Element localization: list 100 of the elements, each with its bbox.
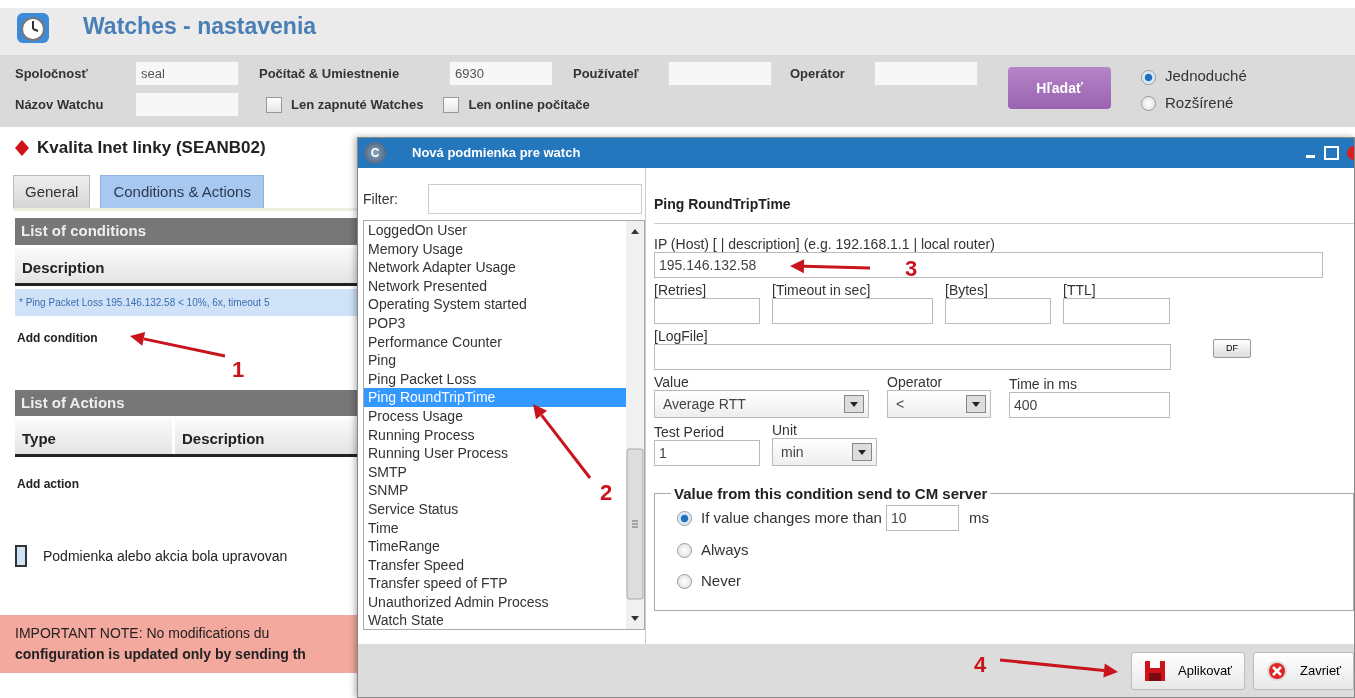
close-icon[interactable]	[1345, 145, 1354, 161]
step-number: 2	[600, 480, 613, 505]
radio-label[interactable]: Rozšírené	[1165, 93, 1234, 111]
radio-button[interactable]	[1141, 69, 1156, 85]
add-link[interactable]: Add action	[17, 475, 357, 493]
radio-button[interactable]	[1141, 96, 1156, 112]
step-number: 4	[974, 652, 987, 677]
field-label: Operátor	[790, 64, 846, 83]
checkbox[interactable]	[266, 97, 282, 114]
list-item[interactable]: Transfer Speed	[364, 555, 468, 575]
step-number: 1	[232, 357, 245, 382]
list-item[interactable]: Process Usage	[364, 406, 467, 426]
field-label: Používateľ	[573, 64, 640, 83]
list-item[interactable]: POP3	[364, 313, 410, 333]
field-label: [TTL]	[1063, 282, 1097, 299]
watch-title: Kvalita Inet linky (SEANB02)	[37, 137, 266, 159]
field-label: Unit	[772, 422, 798, 439]
form-heading: Ping RoundTripTime	[654, 194, 1354, 224]
field-label: [Bytes]	[945, 282, 989, 299]
search-button[interactable]: Hľadať	[1008, 67, 1111, 109]
field-label: [Timeout in sec]	[772, 282, 872, 299]
legend-text: Podmienka alebo akcia bola upravovan	[43, 546, 288, 566]
list-item[interactable]: Ping	[364, 351, 401, 370]
field-label: Value	[654, 374, 690, 391]
radio-button[interactable]	[677, 573, 692, 589]
list-item[interactable]: SNMP	[364, 481, 413, 500]
text-field[interactable]	[135, 92, 239, 117]
list-item[interactable]: Running User Process	[364, 444, 513, 463]
field-label: Time in ms	[1009, 376, 1078, 393]
field-label: Počítač & Umiestnenie	[259, 64, 401, 83]
text-field[interactable]: 6930	[449, 61, 553, 86]
list-item[interactable]: Time	[364, 518, 403, 538]
filter-label: Filter:	[363, 190, 398, 208]
checkbox[interactable]	[443, 97, 460, 114]
maximize-icon[interactable]	[1322, 146, 1340, 160]
list-item[interactable]: Network Presented	[364, 276, 492, 296]
text-field[interactable]	[654, 298, 760, 325]
list-item[interactable]: LoggedOn User	[364, 221, 471, 240]
df-button[interactable]: DF	[1213, 338, 1251, 359]
dropdown[interactable]: Average RTT	[654, 390, 869, 419]
unit-label: ms	[968, 508, 989, 529]
fieldset-legend: Value from this condition send to CM server	[671, 486, 991, 502]
page-title: Watches - nastavenia	[83, 12, 317, 42]
section-header: List of Actions	[15, 389, 357, 416]
radio-button[interactable]	[677, 543, 692, 559]
dropdown[interactable]: min	[772, 438, 877, 467]
scrollbar[interactable]	[626, 221, 644, 629]
diamond-icon	[15, 139, 29, 156]
text-field[interactable]	[772, 298, 933, 325]
field-label: Spoločnosť	[15, 64, 89, 83]
tab[interactable]: Conditions & Actions	[100, 174, 264, 208]
tab[interactable]: General	[13, 174, 91, 208]
list-item[interactable]: SMTP	[364, 462, 411, 482]
add-link[interactable]: Add condition	[17, 328, 357, 347]
column-header: Description	[21, 257, 106, 278]
list-item[interactable]: Network Adapter Usage	[364, 258, 520, 277]
radio-button[interactable]	[677, 510, 692, 526]
caret-icon[interactable]	[852, 443, 872, 462]
text-field[interactable]: seal	[135, 61, 239, 86]
radio-label[interactable]: Jednoduché	[1165, 67, 1247, 84]
field-label: [Retries]	[654, 282, 708, 299]
dialog-title: Nová podmienka pre watch	[412, 144, 582, 163]
text-field[interactable]: 400	[1009, 392, 1170, 419]
text-field[interactable]	[945, 298, 1051, 325]
text-field[interactable]	[874, 61, 978, 86]
radio-label[interactable]: If value changes more than	[701, 507, 882, 530]
apply-button[interactable]: Aplikovať	[1131, 651, 1245, 690]
note: IMPORTANT NOTE: No modifications du configuration is updated only by sending th	[0, 615, 357, 673]
text-field[interactable]	[1063, 298, 1170, 325]
list-item[interactable]: Watch State	[364, 611, 448, 629]
field-label: Test Period	[654, 424, 726, 441]
list-item[interactable]: Transfer speed of FTP	[364, 574, 512, 593]
column-header: Description	[181, 429, 266, 449]
app-logo: C	[364, 142, 386, 164]
condition-row[interactable]: * Ping Packet Loss 195.146.132.58 < 10%, 6x, timeout 5	[15, 288, 357, 316]
list-item[interactable]: TimeRange	[364, 537, 444, 556]
radio-label[interactable]: Never	[701, 569, 741, 593]
list-item[interactable]: Running Process	[364, 425, 479, 445]
close-button[interactable]: Zavrieť	[1253, 651, 1354, 690]
text-field[interactable]: 1	[654, 440, 760, 467]
list-item[interactable]: Memory Usage	[364, 239, 467, 259]
field-label: [LogFile]	[654, 328, 709, 345]
filter-field[interactable]	[428, 184, 642, 214]
text-field[interactable]: 10	[885, 505, 959, 532]
list-item[interactable]: Performance Counter	[364, 332, 506, 352]
text-field[interactable]	[668, 61, 772, 86]
close-icon	[1266, 658, 1288, 683]
caret-icon[interactable]	[844, 395, 864, 414]
list-item[interactable]: Ping Packet Loss	[364, 369, 481, 389]
dropdown[interactable]: <	[887, 390, 991, 419]
list-item[interactable]: Service Status	[364, 499, 463, 519]
checkbox-label[interactable]: Len online počítače	[468, 97, 590, 112]
text-field[interactable]	[654, 344, 1171, 371]
caret-icon[interactable]	[966, 395, 986, 414]
radio-label[interactable]: Always	[701, 539, 749, 562]
list-item[interactable]: Operating System started	[364, 295, 531, 314]
checkbox-label[interactable]: Len zapnuté Watches	[291, 97, 424, 112]
column-header: Type	[15, 419, 175, 454]
field-label: IP (Host) [ | description] (e.g. 192.168.1.1 | local router)	[654, 236, 996, 253]
list-item[interactable]: Unauthorized Admin Process	[364, 592, 553, 612]
